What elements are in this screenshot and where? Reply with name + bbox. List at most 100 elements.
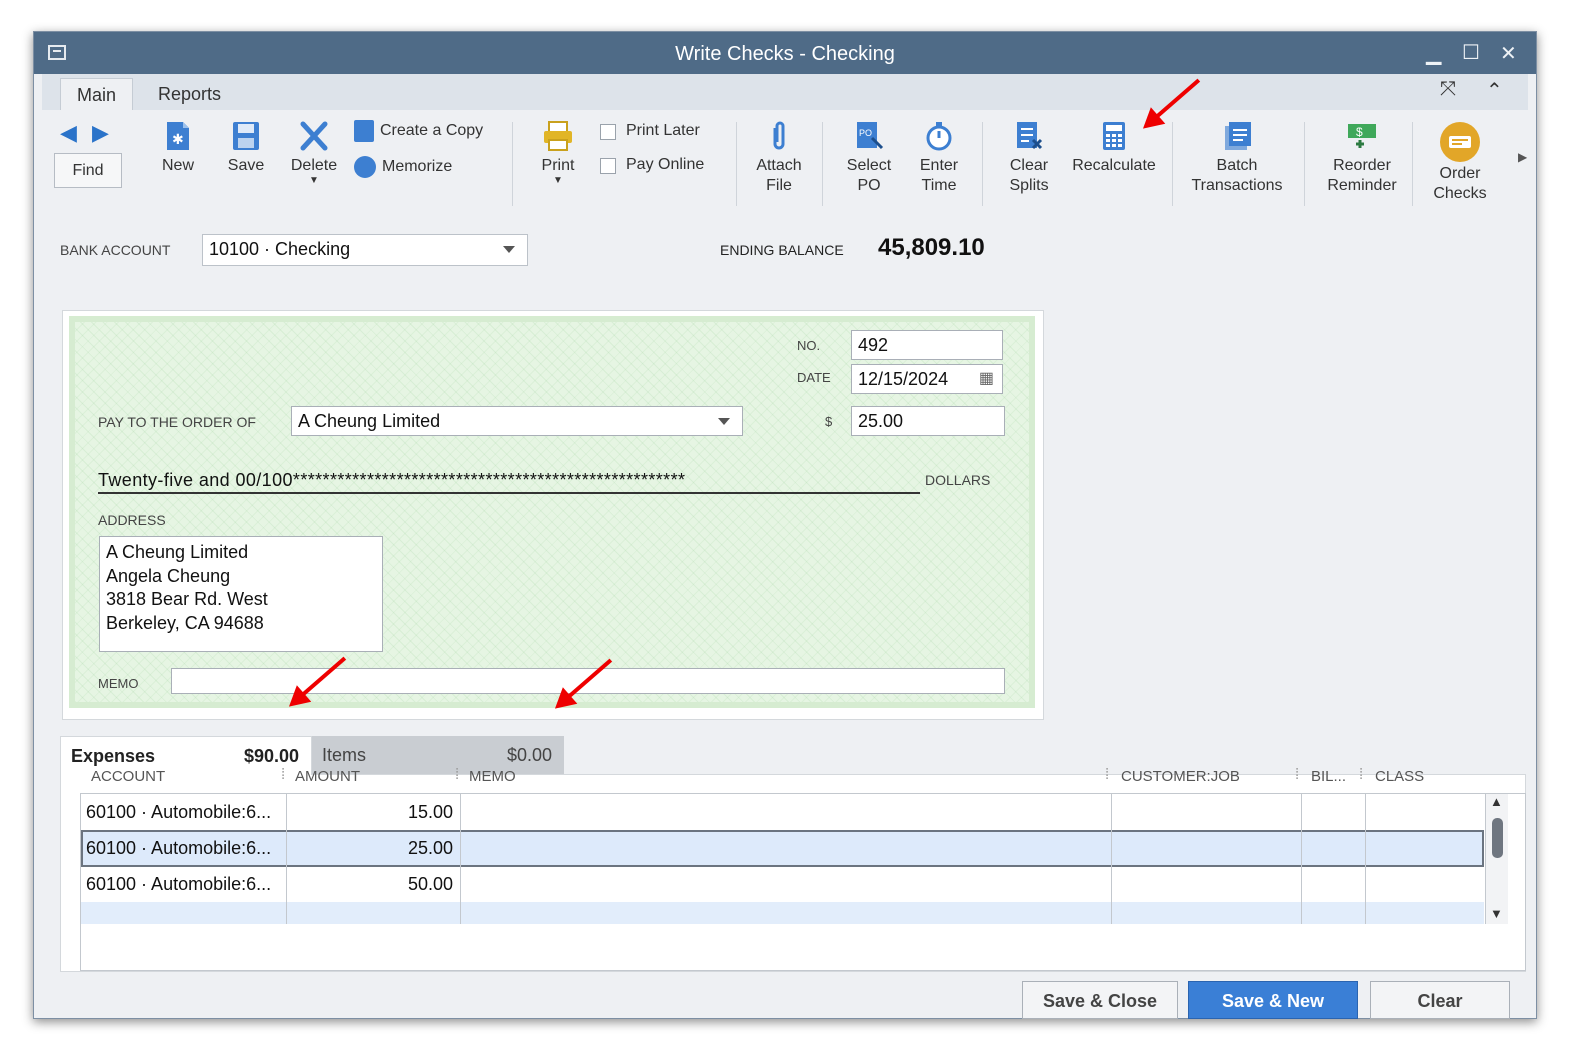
column-memo[interactable]: MEMO [469,768,516,785]
calendar-icon[interactable]: ▦ [979,365,994,393]
print-later-checkbox[interactable] [600,124,616,140]
amount-label: $ [825,414,833,429]
memo-label: MEMO [98,676,139,691]
splits-panel: Expenses $90.00 Items $0.00 ACCOUNT ⁞ AM… [60,736,1526,972]
write-checks-window: Write Checks - Checking ▁ ☐ ✕ Main Repor… [33,31,1537,1019]
save-button[interactable]: Save [222,120,270,176]
table-row[interactable]: 60100 · Automobile:6... 50.00 [81,866,1484,903]
title-bar: Write Checks - Checking ▁ ☐ ✕ [34,32,1536,74]
tab-main[interactable]: Main [60,78,134,111]
calculator-icon [1103,122,1125,150]
table-row-selected[interactable]: 60100 · Automobile:6... 25.00 [81,830,1484,867]
delete-button[interactable]: Delete ▼ [288,120,340,186]
main-content: BANK ACCOUNT 10100 · Checking ENDING BAL… [42,218,1528,1019]
select-po-button[interactable]: PO Select PO [840,120,898,196]
new-button[interactable]: ✱ New [154,120,202,176]
create-copy-button[interactable]: Create a Copy [354,120,504,142]
address-label: ADDRESS [98,512,166,528]
memorize-button[interactable]: Memorize [354,156,504,178]
grid-scrollbar[interactable]: ▲ ▼ [1485,794,1508,924]
reorder-reminder-button[interactable]: $ Reorder Reminder [1314,120,1410,196]
check-number-field[interactable]: 492 [851,330,1003,360]
save-close-button[interactable]: Save & Close [1022,981,1178,1019]
divider [1301,794,1302,924]
minimize-icon[interactable]: ▁ [1426,41,1441,66]
toolbar-more-icon[interactable]: ▶ [1518,150,1527,164]
ending-balance-label: ENDING BALANCE [720,242,844,258]
column-billable[interactable]: BIL... [1311,768,1346,785]
paperclip-icon [773,121,785,150]
bank-account-select[interactable]: 10100 · Checking [202,234,528,266]
maximize-icon[interactable]: ☐ [1462,40,1480,65]
amount-field[interactable]: 25.00 [851,406,1005,436]
ribbon-tabs: Main Reports ⤧ ⌃ [42,74,1528,111]
column-amount[interactable]: AMOUNT [295,768,360,785]
separator [1172,122,1173,206]
scroll-thumb[interactable] [1492,818,1503,858]
column-customer-job[interactable]: CUSTOMER:JOB [1121,768,1240,785]
check-number-label: NO. [797,338,821,353]
payee-select[interactable]: A Cheung Limited [291,406,743,436]
order-checks-button[interactable]: Order Checks [1420,120,1500,204]
select-po-icon: PO [857,122,884,150]
scroll-up-icon[interactable]: ▲ [1490,794,1503,809]
print-later-label: Print Later [626,122,700,139]
stopwatch-icon [926,122,952,151]
previous-arrow-icon[interactable]: ◀ [60,120,77,146]
pay-online-checkbox[interactable] [600,158,616,174]
separator [1304,122,1305,206]
print-button[interactable]: Print ▼ [534,120,582,186]
chevron-down-icon [718,418,730,425]
expand-icon[interactable]: ⤧ [1440,78,1456,101]
pay-online-label: Pay Online [626,156,705,173]
save-disk-icon [233,122,259,150]
tab-reports[interactable]: Reports [142,78,237,110]
find-button[interactable]: Find [54,153,122,188]
divider [1365,794,1366,924]
divider [286,794,287,924]
empty-row[interactable] [81,902,1484,924]
check-form: NO. 492 DATE 12/15/2024 ▦ PAY TO THE ORD… [69,316,1035,708]
expenses-grid: ACCOUNT ⁞ AMOUNT ⁞ MEMO ⁞ CUSTOMER:JOB ⁞… [80,766,1526,971]
attach-file-button[interactable]: Attach File [750,120,808,196]
chevron-down-icon [503,246,515,253]
svg-text:✱: ✱ [172,131,184,147]
date-label: DATE [797,370,831,385]
bank-account-label: BANK ACCOUNT [60,242,171,258]
delete-x-icon [300,121,328,151]
memorize-icon [354,156,376,178]
toolbar: ◀ ▶ Find ✱ New Save Delete ▼ Create a Cop… [42,110,1527,219]
ending-balance-value: 45,809.10 [878,234,985,261]
copy-icon [354,120,374,142]
separator [982,122,983,206]
separator [1412,122,1413,206]
svg-text:$: $ [1356,125,1363,139]
divider [1111,794,1112,924]
close-icon[interactable]: ✕ [1500,41,1517,66]
clear-button[interactable]: Clear [1370,981,1510,1019]
address-box[interactable]: A Cheung Limited Angela Cheung 3818 Bear… [99,536,383,652]
date-field[interactable]: 12/15/2024 ▦ [851,364,1003,394]
table-row[interactable]: 60100 · Automobile:6... 15.00 [81,794,1484,831]
pay-to-label: PAY TO THE ORDER OF [98,414,256,430]
collapse-ribbon-icon[interactable]: ⌃ [1486,78,1503,103]
clear-splits-button[interactable]: Clear Splits [1000,120,1058,196]
window-title: Write Checks - Checking [675,43,895,65]
separator [822,122,823,206]
order-checks-icon [1440,122,1480,162]
batch-transactions-icon [1225,122,1251,150]
next-arrow-icon[interactable]: ▶ [92,120,109,146]
divider [460,794,461,924]
column-account[interactable]: ACCOUNT [91,768,165,785]
new-document-icon: ✱ [167,122,189,150]
dollars-label: DOLLARS [925,472,991,488]
enter-time-button[interactable]: Enter Time [910,120,968,196]
amount-in-words: Twenty-five and 00/100******************… [98,470,920,494]
separator [512,122,513,206]
reorder-reminder-icon: $ [1348,124,1376,148]
batch-transactions-button[interactable]: Batch Transactions [1182,120,1292,196]
column-class[interactable]: CLASS [1375,768,1424,785]
separator [736,122,737,206]
scroll-down-icon[interactable]: ▼ [1490,906,1503,921]
save-new-button[interactable]: Save & New [1188,981,1358,1019]
